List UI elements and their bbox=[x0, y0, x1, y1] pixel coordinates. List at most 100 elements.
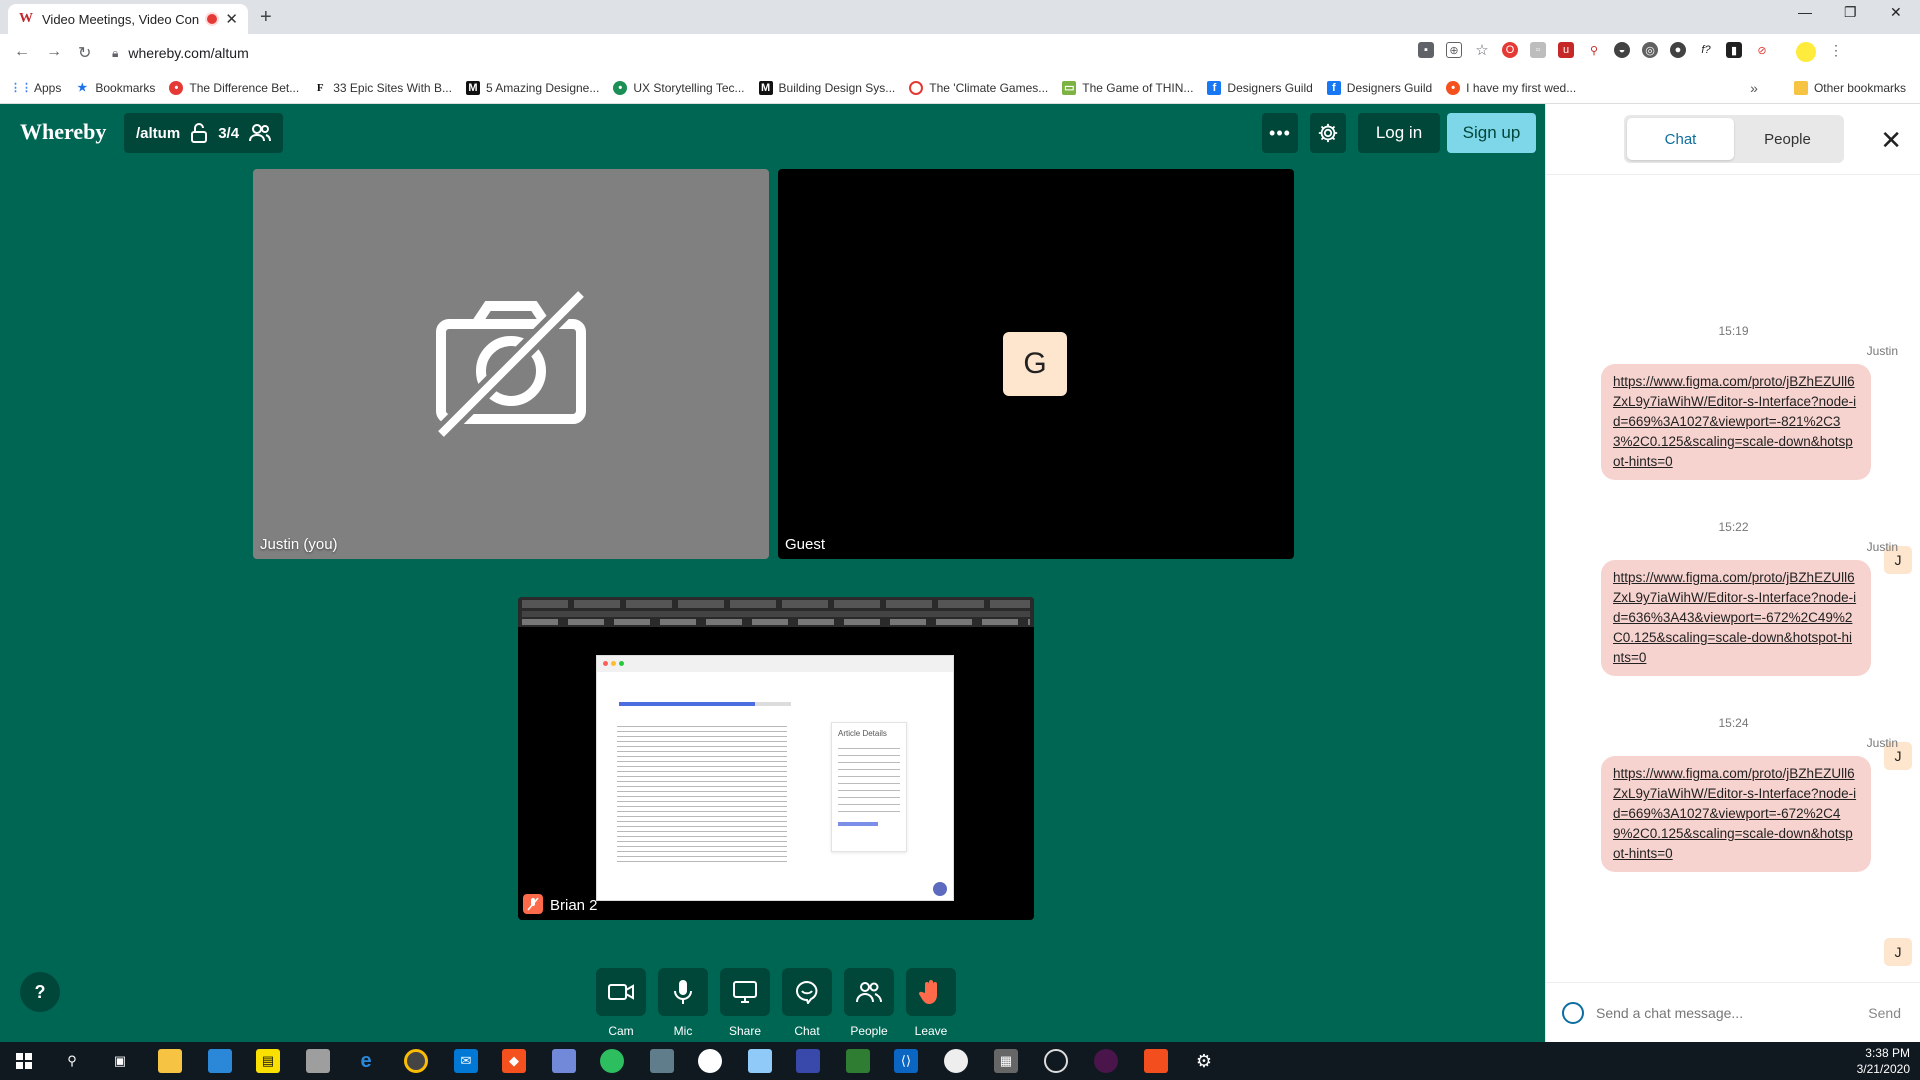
cam-button[interactable]: Cam bbox=[596, 968, 646, 1038]
file-explorer-icon[interactable] bbox=[158, 1049, 182, 1073]
other-bookmarks-folder[interactable]: Other bookmarks bbox=[1793, 80, 1906, 95]
close-tab-icon[interactable]: ✕ bbox=[225, 10, 238, 28]
sticky-notes-icon[interactable]: ▤ bbox=[256, 1049, 280, 1073]
clock-app-icon[interactable] bbox=[944, 1049, 968, 1073]
camera-blocked-icon[interactable]: ▪ bbox=[1418, 42, 1434, 58]
share-button[interactable]: Share bbox=[720, 968, 770, 1038]
window-close-dot-icon bbox=[603, 661, 608, 666]
bookmark-label: UX Storytelling Tec... bbox=[633, 80, 745, 95]
bookmark-item[interactable]: M Building Design Sys... bbox=[758, 80, 895, 95]
back-button[interactable]: ← bbox=[14, 43, 30, 61]
browser-tab[interactable]: W Video Meetings, Video Confe ✕ bbox=[8, 4, 248, 34]
bookmarks-overflow-button[interactable]: » bbox=[1750, 80, 1758, 96]
git-icon[interactable]: ◆ bbox=[502, 1049, 526, 1073]
restore-window-button[interactable]: ❐ bbox=[1844, 4, 1857, 21]
app-icon[interactable] bbox=[650, 1049, 674, 1073]
site-icon: • bbox=[169, 80, 184, 95]
chat-message-link[interactable]: https://www.figma.com/proto/jBZhEZUll6Zx… bbox=[1601, 756, 1871, 872]
app-icon[interactable] bbox=[748, 1049, 772, 1073]
star-icon: ★ bbox=[77, 82, 88, 94]
bookmark-item[interactable]: ▭ The Game of THIN... bbox=[1062, 80, 1193, 95]
browser-menu-icon[interactable]: ⋮ bbox=[1828, 42, 1844, 58]
login-button[interactable]: Log in bbox=[1358, 113, 1440, 153]
tab-people[interactable]: People bbox=[1734, 118, 1841, 160]
extension-icons: ▪ ⊕ ☆ O ▫ u ⚲ ◒ ◎ ● f? ▮ ⊘ ⋮ bbox=[1418, 42, 1844, 62]
bookmark-item[interactable]: f Designers Guild bbox=[1326, 80, 1432, 95]
bookmark-item[interactable]: • I have my first wed... bbox=[1446, 80, 1576, 95]
bookmark-star-icon[interactable]: ☆ bbox=[1474, 42, 1490, 59]
bookmark-item[interactable]: f Designers Guild bbox=[1207, 80, 1313, 95]
reload-button[interactable]: ↻ bbox=[78, 43, 91, 63]
leave-button[interactable]: Leave bbox=[906, 968, 956, 1038]
bookmark-item[interactable]: M 5 Amazing Designe... bbox=[465, 80, 599, 95]
shared-bookmarks bbox=[522, 619, 1030, 625]
discord-icon[interactable] bbox=[552, 1049, 576, 1073]
extension-icon[interactable]: ◒ bbox=[1614, 42, 1630, 58]
app-icon[interactable] bbox=[208, 1049, 232, 1073]
chat-panel: Chat People ✕ 15:19 Justin https://www.f… bbox=[1545, 104, 1920, 1042]
opera-extension-icon[interactable]: O bbox=[1502, 42, 1518, 58]
block-extension-icon[interactable]: ⊘ bbox=[1754, 42, 1770, 58]
mic-button[interactable]: Mic bbox=[658, 968, 708, 1038]
bookmark-item[interactable]: The 'Climate Games... bbox=[909, 80, 1048, 95]
chat-button[interactable]: Chat bbox=[782, 968, 832, 1038]
chat-message-link[interactable]: https://www.figma.com/proto/jBZhEZUll6Zx… bbox=[1601, 560, 1871, 676]
app-icon[interactable] bbox=[306, 1049, 330, 1073]
profile-avatar[interactable] bbox=[1796, 42, 1816, 62]
extension-icon[interactable]: ◎ bbox=[1642, 42, 1658, 58]
chat-message-link[interactable]: https://www.figma.com/proto/jBZhEZUll6Zx… bbox=[1601, 364, 1871, 480]
app-icon[interactable] bbox=[796, 1049, 820, 1073]
globe-icon: • bbox=[613, 80, 628, 95]
bookmark-item[interactable]: • The Difference Bet... bbox=[169, 80, 299, 95]
chat-message-input[interactable]: Send a chat message... bbox=[1596, 1005, 1868, 1021]
people-button[interactable]: People bbox=[844, 968, 894, 1038]
settings-button[interactable] bbox=[1310, 113, 1346, 153]
whereby-logo[interactable]: Whereby bbox=[20, 119, 106, 145]
send-button[interactable]: Send bbox=[1868, 1005, 1901, 1021]
system-clock[interactable]: 3:38 PM 3/21/2020 bbox=[1857, 1045, 1910, 1077]
forward-button[interactable]: → bbox=[46, 43, 62, 61]
url-field[interactable]: 🔒︎ whereby.com/altum bbox=[112, 40, 1412, 66]
more-options-button[interactable]: ••• bbox=[1262, 113, 1298, 153]
tab-chat[interactable]: Chat bbox=[1627, 118, 1734, 160]
bookmark-item[interactable]: ⋮⋮ Apps bbox=[10, 81, 61, 95]
app-icon[interactable] bbox=[698, 1049, 722, 1073]
video-tile-self[interactable]: Justin (you) bbox=[253, 169, 769, 559]
close-window-button[interactable]: ✕ bbox=[1890, 4, 1902, 21]
bookmark-item[interactable]: • UX Storytelling Tec... bbox=[613, 80, 745, 95]
chrome-browser-icon[interactable] bbox=[404, 1049, 428, 1073]
figma-icon[interactable] bbox=[1144, 1049, 1168, 1073]
clock-date: 3/21/2020 bbox=[1856, 1062, 1910, 1076]
video-tile-guest[interactable]: G Guest bbox=[778, 169, 1294, 559]
signup-button[interactable]: Sign up bbox=[1447, 113, 1536, 153]
room-info-pill[interactable]: /altum 3/4 bbox=[124, 113, 284, 153]
bookmark-item[interactable]: ★ Bookmarks bbox=[75, 81, 155, 95]
task-view-icon[interactable]: ▣ bbox=[108, 1049, 132, 1073]
edge-browser-icon[interactable]: e bbox=[354, 1049, 378, 1073]
app-icon[interactable] bbox=[1044, 1049, 1068, 1073]
windows-start-icon[interactable] bbox=[12, 1049, 36, 1073]
calculator-icon[interactable]: ▦ bbox=[994, 1049, 1018, 1073]
dropper-extension-icon[interactable]: ⚲ bbox=[1586, 42, 1602, 58]
new-tab-button[interactable]: + bbox=[260, 6, 272, 29]
font-extension-icon[interactable]: f? bbox=[1698, 42, 1714, 58]
app-icon[interactable] bbox=[846, 1049, 870, 1073]
extension-icon[interactable]: ▫ bbox=[1530, 42, 1546, 58]
extension-icon[interactable]: ▮ bbox=[1726, 42, 1742, 58]
bookmark-item[interactable]: F 33 Epic Sites With B... bbox=[313, 81, 452, 95]
ublock-extension-icon[interactable]: u bbox=[1558, 42, 1574, 58]
vscode-icon[interactable]: ⟨⟩ bbox=[894, 1049, 918, 1073]
slack-icon[interactable] bbox=[1094, 1049, 1118, 1073]
extension-icon[interactable]: ● bbox=[1670, 42, 1686, 58]
close-panel-icon[interactable]: ✕ bbox=[1880, 125, 1902, 156]
search-icon[interactable]: ⚲ bbox=[60, 1049, 84, 1073]
mail-icon[interactable]: ✉ bbox=[454, 1049, 478, 1073]
participant-name-label: Brian 2 bbox=[550, 897, 598, 914]
minimize-window-button[interactable]: — bbox=[1798, 4, 1812, 20]
video-tile-screenshare[interactable]: Article Details Brian 2 bbox=[518, 597, 1034, 920]
zoom-icon[interactable]: ⊕ bbox=[1446, 42, 1462, 58]
evernote-icon[interactable] bbox=[600, 1049, 624, 1073]
settings-gear-icon[interactable]: ⚙ bbox=[1192, 1049, 1216, 1073]
emoji-icon[interactable] bbox=[1562, 1001, 1584, 1024]
help-button[interactable]: ? bbox=[20, 972, 60, 1012]
